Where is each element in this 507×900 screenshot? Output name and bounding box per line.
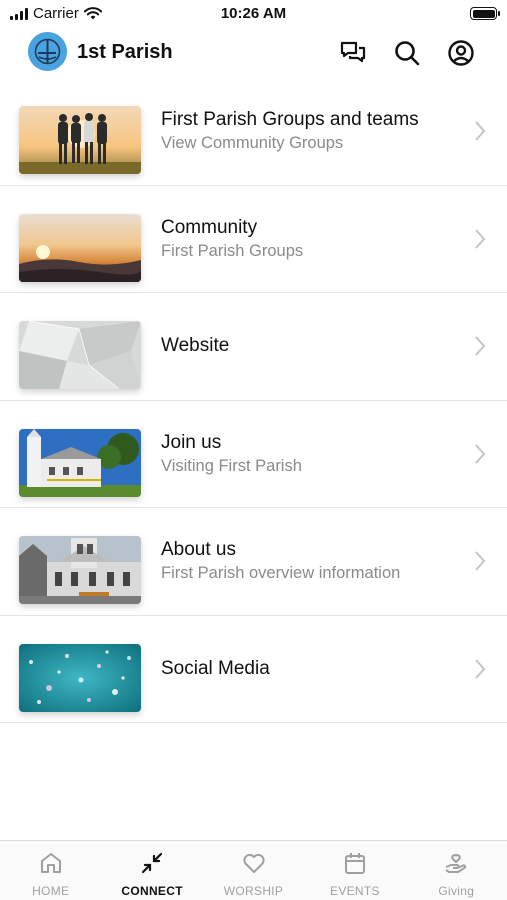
tab-giving[interactable]: Giving	[406, 841, 507, 900]
profile-icon[interactable]	[447, 39, 475, 67]
list-item-text: Social Media	[161, 616, 270, 723]
list-item[interactable]: First Parish Groups and teams View Commu…	[0, 78, 507, 186]
list-item[interactable]: About us First Parish overview informati…	[0, 508, 507, 616]
battery-icon	[470, 7, 500, 20]
list-item-title: Website	[161, 335, 230, 357]
list-item-title: Join us	[161, 431, 222, 453]
list-item[interactable]: Join us Visiting First Parish	[0, 401, 507, 508]
giving-icon	[445, 854, 467, 873]
website-thumbnail	[19, 321, 141, 389]
chevron-right-icon	[475, 551, 486, 571]
list-item-text: Community First Parish Groups	[161, 186, 303, 293]
tab-home[interactable]: HOME	[0, 841, 101, 900]
status-bar: Carrier 10:26 AM	[0, 0, 507, 28]
groups-thumbnail	[19, 106, 141, 174]
list-item-subtitle: View Community Groups	[161, 134, 344, 153]
list-item[interactable]: Social Media	[0, 616, 507, 723]
list-item-title: Social Media	[161, 657, 270, 679]
chevron-right-icon	[475, 229, 486, 249]
chevron-right-icon	[475, 121, 486, 141]
list-item-title: About us	[161, 539, 236, 561]
list-item[interactable]: Community First Parish Groups	[0, 186, 507, 293]
tab-label: HOME	[32, 884, 70, 898]
list-item-title: First Parish Groups and teams	[161, 109, 419, 131]
about-us-thumbnail	[19, 536, 141, 604]
tab-connect[interactable]: CONNECT	[101, 841, 202, 900]
chevron-right-icon	[475, 336, 486, 356]
list-item[interactable]: Website	[0, 293, 507, 401]
heart-icon	[242, 853, 265, 873]
tab-label: WORSHIP	[223, 884, 284, 898]
connect-list: First Parish Groups and teams View Commu…	[0, 78, 507, 723]
chevron-right-icon	[475, 444, 486, 464]
list-item-subtitle: First Parish Groups	[161, 241, 304, 260]
list-item-text: First Parish Groups and teams View Commu…	[161, 78, 419, 185]
list-item-title: Community	[161, 216, 258, 238]
join-us-thumbnail	[19, 428, 141, 497]
list-item-text: About us First Parish overview informati…	[161, 508, 400, 615]
community-thumbnail	[19, 213, 141, 282]
church-logo[interactable]	[28, 32, 67, 71]
social-media-thumbnail	[19, 643, 141, 712]
list-item-text: Website	[161, 293, 229, 400]
list-item-text: Join us Visiting First Parish	[161, 401, 302, 508]
search-icon[interactable]	[393, 39, 421, 67]
tab-events[interactable]: EVENTS	[304, 841, 405, 900]
tab-bar: HOME CONNECT WORSHIP EVENTS Giving	[0, 840, 507, 900]
tab-label: CONNECT	[121, 884, 183, 898]
tab-label: EVENTS	[330, 884, 380, 898]
connect-icon	[142, 852, 163, 874]
list-item-subtitle: Visiting First Parish	[161, 456, 302, 475]
app-title: 1st Parish	[77, 41, 173, 63]
home-icon	[40, 853, 61, 873]
chat-icon[interactable]	[339, 39, 367, 67]
calendar-icon	[344, 853, 365, 874]
chevron-right-icon	[475, 659, 486, 679]
app-header: 1st Parish	[0, 28, 507, 78]
tab-worship[interactable]: WORSHIP	[203, 841, 304, 900]
list-item-subtitle: First Parish overview information	[161, 564, 401, 583]
tab-label: Giving	[438, 884, 475, 898]
status-time: 10:26 AM	[220, 5, 287, 22]
